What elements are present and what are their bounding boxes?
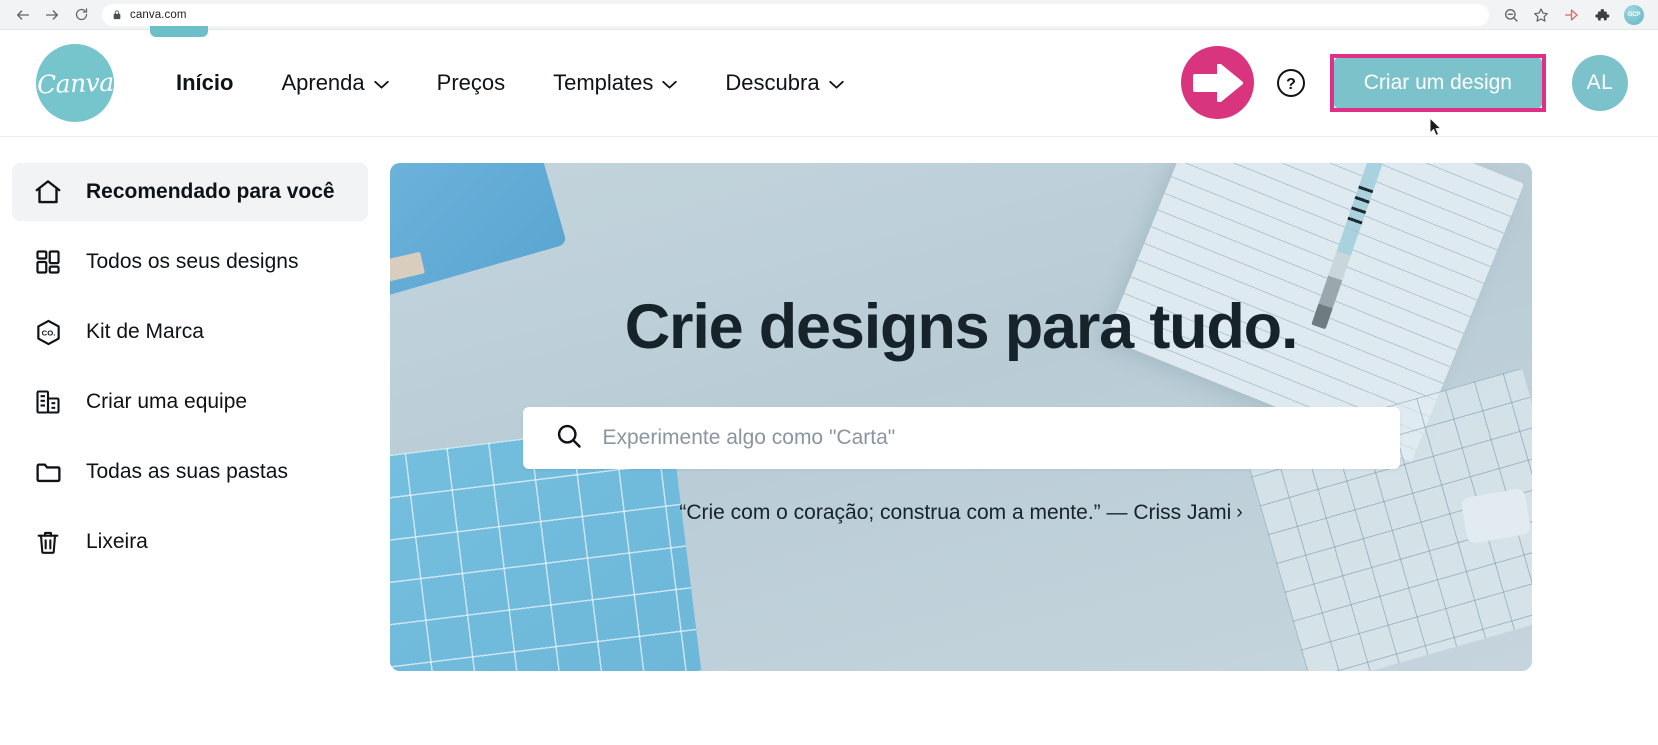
- nav-label-templates: Templates: [553, 70, 654, 95]
- canva-logo[interactable]: Canva: [36, 44, 114, 122]
- nav-label-descubra: Descubra: [725, 70, 820, 95]
- url-text: canva.com: [130, 8, 187, 21]
- nav-item-inicio[interactable]: Início: [152, 70, 257, 96]
- grid-icon: [32, 248, 64, 276]
- main-navigation: Início Aprenda Preços Templates Descubra: [152, 70, 868, 96]
- address-bar[interactable]: canva.com: [102, 3, 1489, 26]
- canva-header: Canva Início Aprenda Preços Templates De…: [0, 30, 1658, 137]
- chevron-right-icon: ›: [1236, 502, 1243, 523]
- hero-content: Crie designs para tudo. “Crie com o cora…: [390, 163, 1532, 671]
- search-input[interactable]: [602, 426, 1368, 450]
- chevron-down-icon: [662, 80, 678, 89]
- create-design-button[interactable]: Criar um design: [1333, 58, 1542, 108]
- extension-play-icon[interactable]: [1563, 8, 1580, 22]
- nav-item-templates[interactable]: Templates: [529, 70, 701, 96]
- sidebar: Recomendado para você Todos os seus desi…: [0, 163, 390, 745]
- nav-item-descubra[interactable]: Descubra: [701, 70, 867, 96]
- trash-icon: [32, 528, 64, 556]
- sidebar-label-pastas: Todas as suas pastas: [86, 460, 288, 483]
- sidebar-item-todos-designs[interactable]: Todos os seus designs: [12, 233, 368, 291]
- nav-label-aprenda: Aprenda: [281, 70, 365, 95]
- folder-icon: [32, 458, 64, 487]
- sidebar-label-recomendado: Recomendado para você: [86, 180, 335, 203]
- lock-icon: [112, 9, 122, 21]
- hero-search-bar[interactable]: [522, 407, 1400, 469]
- question-circle-icon: ?: [1276, 69, 1305, 97]
- user-avatar-initials: AL: [1586, 71, 1614, 94]
- nav-label-precos: Preços: [436, 70, 506, 95]
- arrow-right-icon: [46, 9, 58, 20]
- svg-text:?: ?: [1286, 76, 1296, 93]
- header-actions: ? Criar um design AL: [1274, 54, 1628, 112]
- main-content: Crie designs para tudo. “Crie com o cora…: [390, 163, 1658, 745]
- create-design-highlight: Criar um design: [1329, 54, 1546, 112]
- reload-icon: [75, 8, 87, 21]
- home-icon: [32, 177, 64, 207]
- sidebar-item-kit-marca[interactable]: CO. Kit de Marca: [12, 303, 368, 361]
- user-avatar[interactable]: AL: [1572, 55, 1628, 111]
- forward-button[interactable]: [39, 2, 65, 28]
- bookmark-star-icon[interactable]: [1533, 7, 1549, 23]
- zoom-icon[interactable]: [1503, 7, 1519, 23]
- browser-toolbar-actions: GCP: [1489, 4, 1648, 25]
- sidebar-label-todos-designs: Todos os seus designs: [86, 250, 299, 273]
- nav-label-inicio: Início: [176, 70, 234, 95]
- browser-toolbar: canva.com GCP: [0, 0, 1658, 30]
- browser-nav-buttons: [10, 2, 94, 28]
- sidebar-label-lixeira: Lixeira: [86, 530, 148, 553]
- search-icon: [555, 422, 583, 455]
- hero-quote-text: “Crie com o coração; construa com a ment…: [679, 501, 1232, 524]
- nav-item-aprenda[interactable]: Aprenda: [257, 70, 412, 96]
- browser-profile-initials: GCP: [1627, 11, 1641, 18]
- hero-banner: Crie designs para tudo. “Crie com o cora…: [390, 163, 1532, 671]
- arrow-left-icon: [17, 9, 29, 20]
- hero-quote-link[interactable]: “Crie com o coração; construa com a ment…: [679, 501, 1242, 525]
- tab-indicator-stub: [150, 26, 208, 37]
- page-body: Recomendado para você Todos os seus desi…: [0, 137, 1658, 745]
- sidebar-label-criar-equipe: Criar uma equipe: [86, 390, 248, 413]
- extensions-puzzle-icon[interactable]: [1594, 7, 1610, 23]
- hero-title: Crie designs para tudo.: [624, 292, 1299, 362]
- sidebar-item-pastas[interactable]: Todas as suas pastas: [12, 443, 368, 501]
- chevron-down-icon: [828, 80, 844, 89]
- browser-profile-avatar[interactable]: GCP: [1624, 4, 1644, 25]
- sidebar-item-criar-equipe[interactable]: Criar uma equipe: [12, 373, 368, 431]
- sidebar-label-kit-marca: Kit de Marca: [86, 320, 204, 343]
- building-icon: [32, 388, 64, 416]
- reload-button[interactable]: [68, 2, 94, 28]
- sidebar-item-recomendado[interactable]: Recomendado para você: [12, 163, 368, 221]
- canva-logo-text: Canva: [36, 67, 114, 99]
- svg-text:CO.: CO.: [41, 328, 55, 337]
- back-button[interactable]: [10, 2, 36, 28]
- chevron-down-icon: [373, 80, 389, 89]
- nav-item-precos[interactable]: Preços: [413, 70, 529, 96]
- help-button[interactable]: ?: [1274, 66, 1308, 100]
- brand-hexagon-icon: CO.: [32, 318, 64, 347]
- sidebar-item-lixeira[interactable]: Lixeira: [12, 513, 368, 571]
